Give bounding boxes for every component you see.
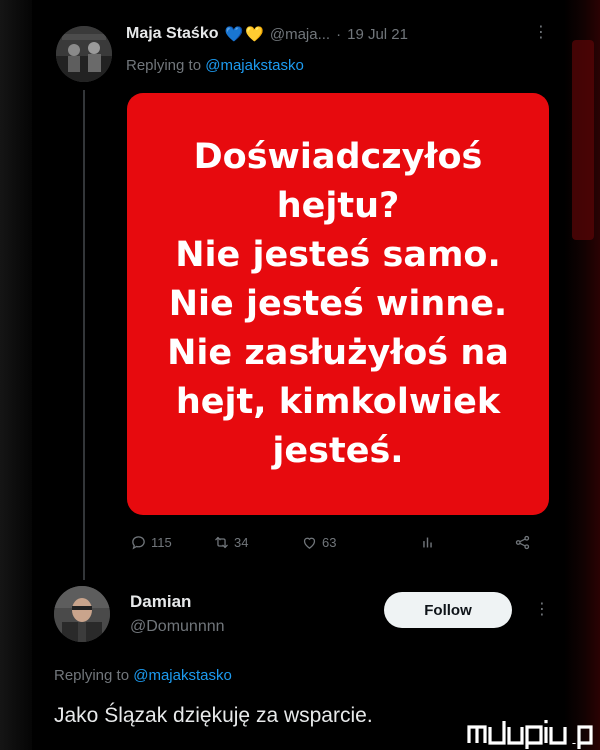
follow-button[interactable]: Follow — [384, 592, 512, 628]
thread-connector-line — [83, 90, 85, 580]
right-edge-red-glow — [572, 40, 594, 240]
image-text-line: Nie jesteś winne. — [168, 283, 508, 324]
tweet1-image[interactable]: Doświadczyłoś hejtu? Nie jesteś samo. Ni… — [127, 93, 549, 515]
tweet2-author-name[interactable]: Damian — [130, 592, 191, 612]
tweet1-image-text: Doświadczyłoś hejtu? Nie jesteś samo. Ni… — [167, 133, 509, 476]
tweet1-replying-to: Replying to @majakstasko — [126, 57, 304, 74]
tweet1-reply-prefix: Replying to — [126, 57, 202, 74]
image-text-line: Nie jesteś samo. — [175, 234, 501, 275]
blue-heart-icon: 💙 — [224, 25, 244, 43]
watermark-logo — [466, 713, 594, 749]
tweet2-reply-mention[interactable]: @majakstasko — [133, 667, 232, 684]
tweet2-body-text: Jako Ślązak dziękuję za wsparcie. — [54, 704, 373, 727]
like-icon — [301, 534, 318, 551]
left-edge-background — [0, 0, 32, 750]
image-text-line: hejtu? — [276, 185, 400, 226]
image-text-line: jesteś. — [272, 430, 404, 471]
tweet1-avatar[interactable] — [56, 26, 112, 82]
reply-button[interactable]: 115 — [130, 534, 172, 551]
more-vertical-icon[interactable]: ⋮ — [534, 602, 550, 618]
views-icon — [419, 534, 436, 551]
image-text-line: Nie zasłużyłoś na — [167, 332, 509, 373]
views-button[interactable] — [419, 534, 436, 551]
tweet1-author-name[interactable]: Maja Staśko — [126, 25, 218, 43]
tweet1-author-handle[interactable]: @maja... — [270, 26, 330, 43]
reply-icon — [130, 534, 147, 551]
retweet-count: 34 — [234, 535, 249, 550]
tweet2-replying-to: Replying to @majakstasko — [54, 667, 232, 684]
retweet-button[interactable]: 34 — [213, 534, 248, 551]
tweet2-reply-prefix: Replying to — [54, 667, 130, 684]
tweet1-reply-mention[interactable]: @majakstasko — [205, 57, 304, 74]
tweet1-heart-emojis: 💙 💛 — [224, 27, 263, 42]
tweet1-header: Maja Staśko 💙 💛 @maja... · 19 Jul 21 — [126, 25, 408, 43]
tweet1-separator: · — [336, 25, 342, 43]
image-text-line: Doświadczyłoś — [193, 136, 483, 177]
tweet1-action-bar: 115 34 63 — [126, 534, 546, 554]
like-count: 63 — [322, 535, 337, 550]
tweet2-author-handle[interactable]: @Domunnnn — [130, 618, 225, 636]
image-text-line: hejt, kimkolwiek — [175, 381, 501, 422]
share-icon — [514, 534, 531, 551]
tweet1-date[interactable]: 19 Jul 21 — [347, 26, 408, 43]
like-button[interactable]: 63 — [301, 534, 336, 551]
share-button[interactable] — [514, 534, 531, 551]
reply-count: 115 — [151, 535, 172, 550]
retweet-icon — [213, 534, 230, 551]
more-vertical-icon[interactable]: ⋮ — [533, 25, 549, 41]
tweet2-avatar[interactable] — [54, 586, 110, 642]
yellow-heart-icon: 💛 — [245, 25, 264, 43]
